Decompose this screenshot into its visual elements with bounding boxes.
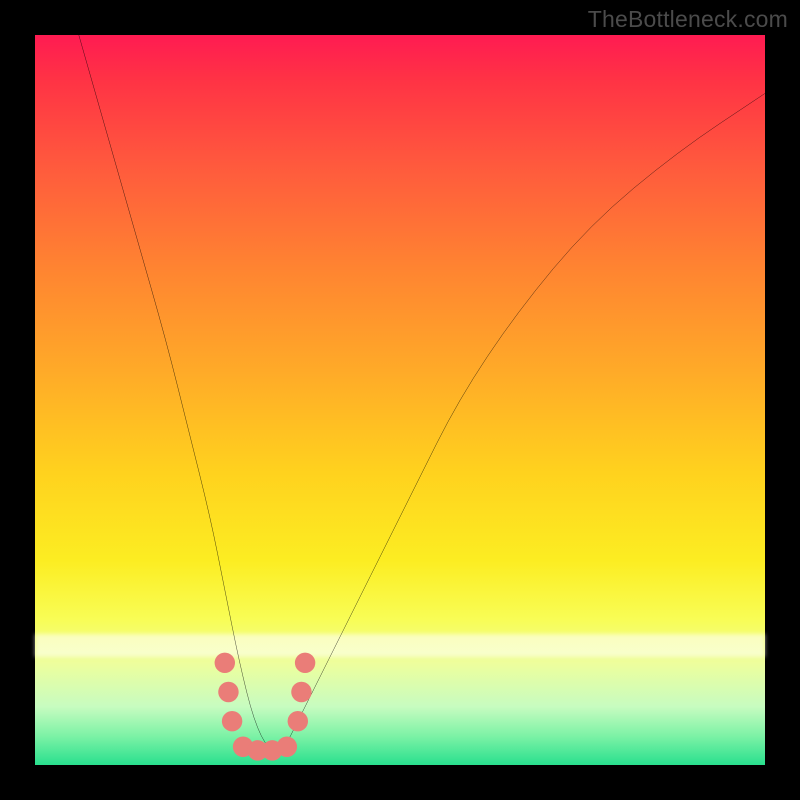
frame: TheBottleneck.com [0,0,800,800]
marker-dot [222,711,242,731]
plot-area [35,35,765,765]
marker-dot [295,653,315,673]
marker-dot [277,737,297,757]
marker-dot [218,682,238,702]
chart-svg [35,35,765,765]
curve-line [79,35,765,750]
marker-dot [215,653,235,673]
watermark-text: TheBottleneck.com [588,6,788,33]
marker-dot [288,711,308,731]
marker-dot [291,682,311,702]
marker-group [215,653,316,761]
